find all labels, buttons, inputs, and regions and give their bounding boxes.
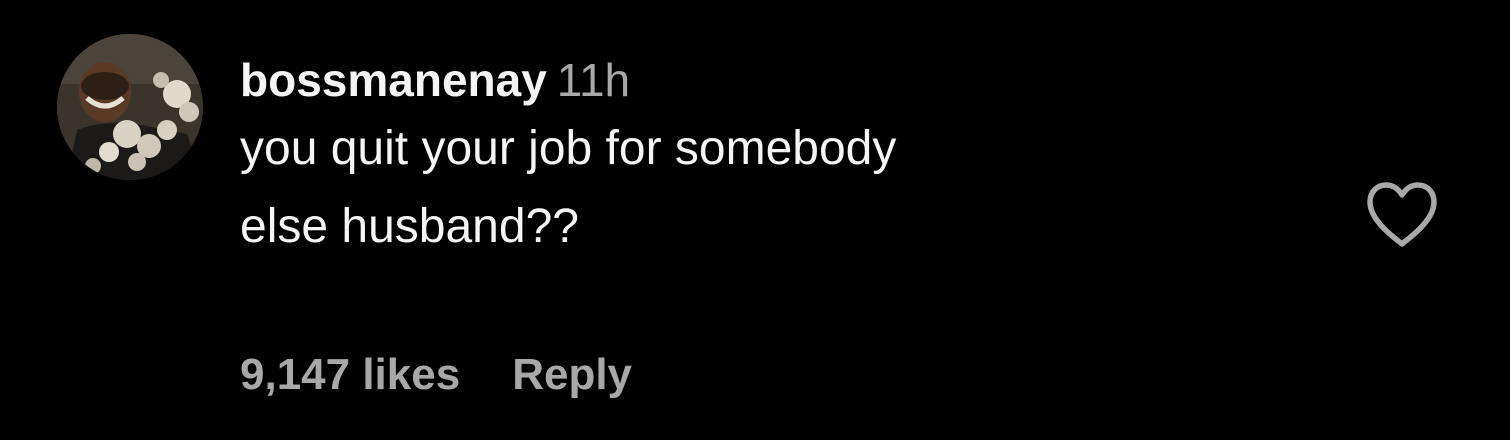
comment-actions: 9,147 likes Reply — [240, 345, 632, 405]
avatar[interactable] — [57, 34, 203, 180]
comment-item: bossmanenay 11h you quit your job for som… — [0, 0, 1510, 440]
heart-outline-icon — [1367, 182, 1437, 247]
comment-body: bossmanenay 11h you quit your job for som… — [240, 50, 1320, 266]
username-link[interactable]: bossmanenay — [240, 54, 547, 106]
comment-text-line: you quit your job for somebody — [240, 122, 897, 175]
likes-count[interactable]: 9,147 likes — [240, 350, 460, 399]
like-button[interactable] — [1364, 180, 1440, 250]
avatar-photo — [57, 34, 203, 180]
reply-button[interactable]: Reply — [512, 350, 632, 399]
comment-timestamp: 11h — [556, 54, 631, 106]
comment-header: bossmanenay 11h — [240, 50, 1320, 110]
comment-text-line: else husband?? — [240, 200, 579, 253]
comment-text: you quit your job for somebody else husb… — [240, 110, 1320, 266]
